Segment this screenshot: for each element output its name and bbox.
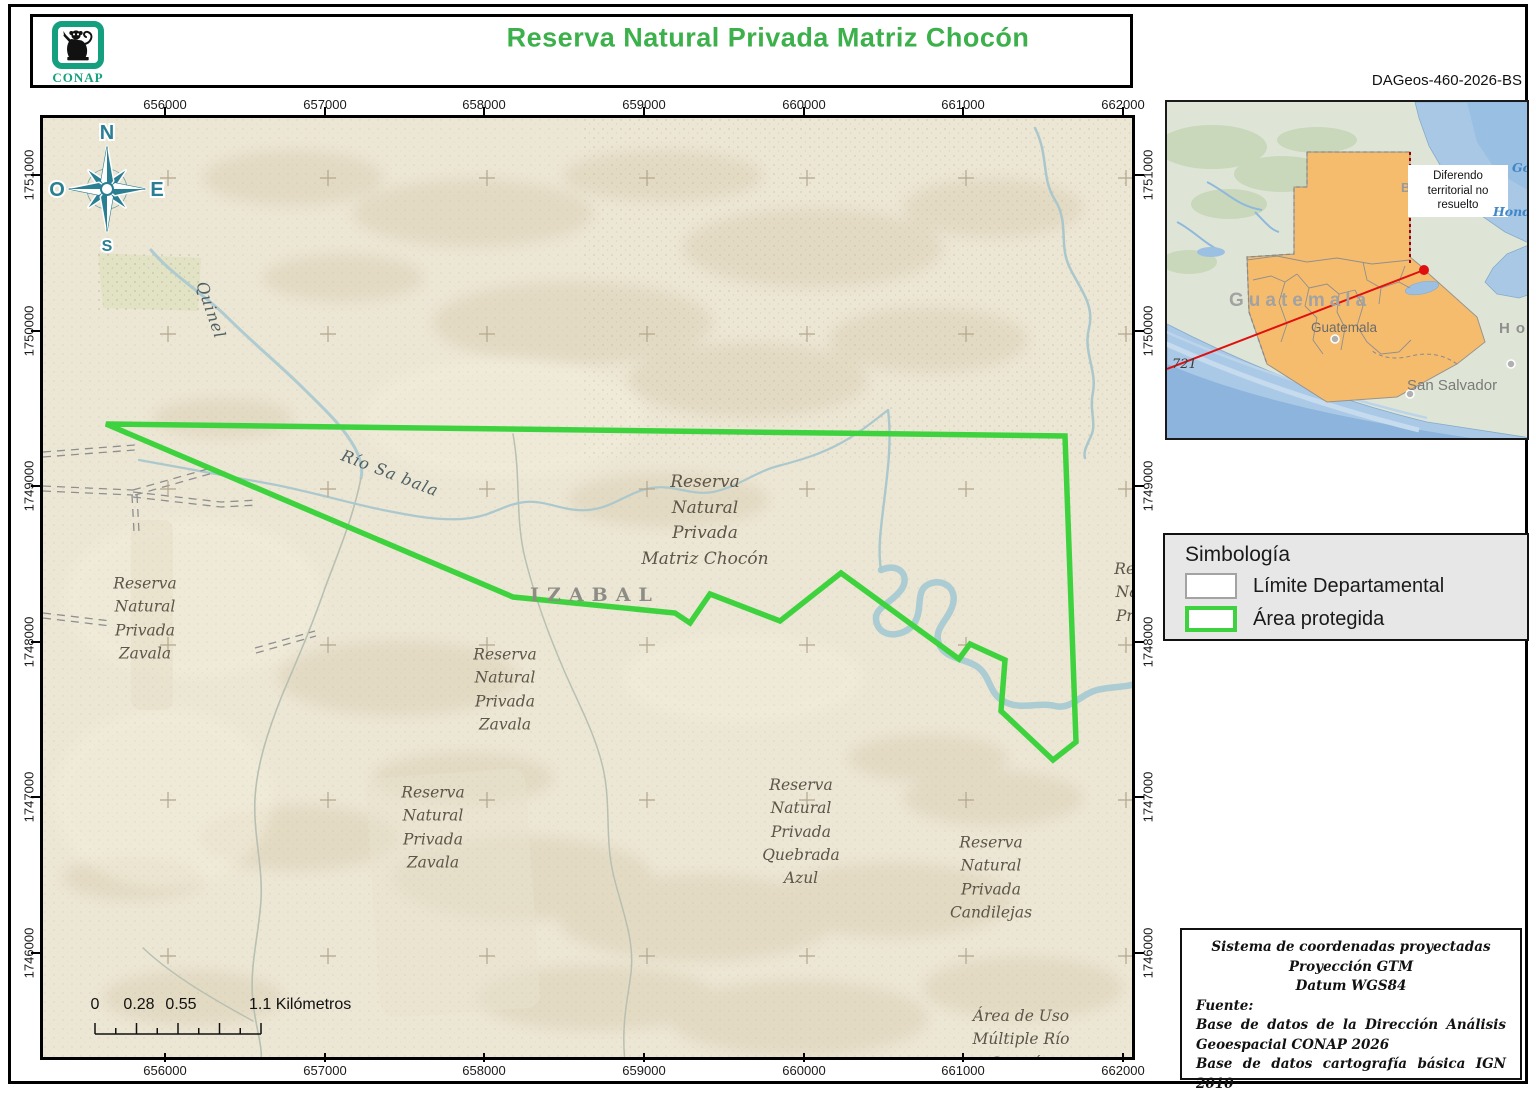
legend-item-label: Límite Departamental (1253, 575, 1444, 598)
legend-swatch (1185, 573, 1237, 599)
reserve-label-zavala-2: ReservaNaturalPrivadaZavala (473, 644, 536, 737)
axis-tick (1135, 174, 1144, 176)
axis-x-label-bottom-6: 662000 (1078, 1063, 1168, 1078)
axis-tick (31, 485, 40, 487)
inset-san-salvador-label: San Salvador (1407, 377, 1497, 394)
axis-tick (962, 1053, 964, 1062)
inset-gulf-label-line2: Honduras (1493, 204, 1529, 219)
axis-tick (324, 1053, 326, 1062)
inset-country-label: Guatemala (1229, 290, 1371, 312)
axis-x-label-bottom-5: 661000 (918, 1063, 1008, 1078)
legend-items: Límite Departamental Área protegida (1185, 573, 1507, 632)
conap-logo-text: CONAP (43, 70, 113, 86)
axis-tick (1135, 641, 1144, 643)
scale-label-half: 0.55 (165, 996, 196, 1014)
inset-honduras-label: Honduras (1499, 320, 1529, 337)
scale-label-quarter: 0.28 (123, 996, 154, 1014)
reserve-label-zavala-1: ReservaNaturalPrivadaZavala (113, 573, 176, 666)
scale-label-0: 0 (91, 996, 100, 1014)
legend: Simbología Límite Departamental Área prot… (1163, 533, 1529, 641)
legend-title: Simbología (1185, 543, 1507, 567)
axis-tick (803, 1053, 805, 1062)
page-title: Reserva Natural Privada Matriz Chocón (0, 23, 1536, 54)
compass-south-label: S (102, 238, 113, 255)
axis-tick (31, 174, 40, 176)
legend-item-label: Área protegida (1253, 608, 1384, 631)
axis-x-label-bottom-0: 656000 (120, 1063, 210, 1078)
projection: Proyección GTM (1196, 958, 1506, 978)
reserve-label-clipped-right: ReservaNaturalPrivada (1114, 558, 1135, 628)
source-label: Fuente: (1196, 997, 1506, 1017)
inset-capital-label: Guatemala (1311, 320, 1377, 335)
guatemala-city-dot (1331, 335, 1339, 343)
department-label-izabal: IZABAL (530, 584, 660, 606)
axis-tick (1122, 107, 1124, 116)
axis-x-label-bottom-4: 660000 (759, 1063, 849, 1078)
source-line-1: Base de datos de la Dirección Análisis G… (1196, 1016, 1506, 1055)
inset-ref-number: 721 (1172, 357, 1197, 372)
axis-tick (1135, 330, 1144, 332)
area-label-rio-sarstun: Área de UsoMúltiple RíoSarstún (973, 1005, 1070, 1060)
main-map: N S E O Quinel Río Sa bala ReservaNatura… (40, 115, 1135, 1060)
scale-label-full: 1.1 Kilómetros (249, 996, 351, 1014)
axis-tick (1122, 1053, 1124, 1062)
axis-tick (31, 641, 40, 643)
reserve-label-quebrada-azul: ReservaNaturalPrivadaQuebradaAzul (762, 774, 840, 890)
reserve-label-zavala-3: ReservaNaturalPrivadaZavala (401, 782, 464, 875)
axis-tick (164, 107, 166, 116)
map-document: { "page": { "doc_code": "DAGeos-460-2026… (0, 0, 1536, 1089)
legend-swatch (1185, 606, 1237, 632)
axis-x-label-bottom-2: 658000 (439, 1063, 529, 1078)
compass-north-label: N (100, 122, 114, 144)
axis-x-label-bottom-1: 657000 (280, 1063, 370, 1078)
inset-gulf-label-line1: Golfo de (1512, 160, 1529, 175)
inset-locator-map: B Diferendoterritorial noresuelto Guatem… (1165, 100, 1529, 440)
inset-locator-dot (1419, 265, 1429, 275)
inset-small-lake (1197, 247, 1225, 257)
reserve-label-matriz-chocon: ReservaNaturalPrivadaMatriz Chocón (641, 470, 768, 572)
axis-tick (483, 107, 485, 116)
axis-x-label-bottom-3: 659000 (599, 1063, 689, 1078)
compass-west-label: O (49, 179, 65, 201)
axis-tick (31, 330, 40, 332)
source-info-box: Sistema de coordenadas proyectadas Proye… (1180, 928, 1522, 1080)
extra-city-dot (1507, 360, 1515, 368)
axis-tick (1135, 485, 1144, 487)
axis-tick (643, 107, 645, 116)
reserve-label-candilejas: ReservaNaturalPrivadaCandilejas (950, 832, 1032, 925)
axis-tick (31, 796, 40, 798)
axis-tick (1135, 796, 1144, 798)
coordinate-system: Sistema de coordenadas proyectadas (1196, 938, 1506, 958)
axis-tick (1135, 952, 1144, 954)
document-code: DAGeos-460-2026-BS (1372, 72, 1522, 89)
axis-tick (324, 107, 326, 116)
axis-tick (31, 952, 40, 954)
axis-tick (164, 1053, 166, 1062)
stipple-texture-ne (583, 118, 1135, 458)
axis-tick (803, 107, 805, 116)
legend-item-0: Límite Departamental (1185, 573, 1507, 599)
legend-item-1: Área protegida (1185, 606, 1507, 632)
compass-east-label: E (150, 179, 163, 201)
scale-bar-ticks (91, 1020, 321, 1038)
axis-tick (962, 107, 964, 116)
axis-tick (483, 1053, 485, 1062)
scale-bar: 0 0.28 0.55 1.1 Kilómetros (91, 996, 421, 1052)
datum: Datum WGS84 (1196, 977, 1506, 997)
axis-tick (643, 1053, 645, 1062)
